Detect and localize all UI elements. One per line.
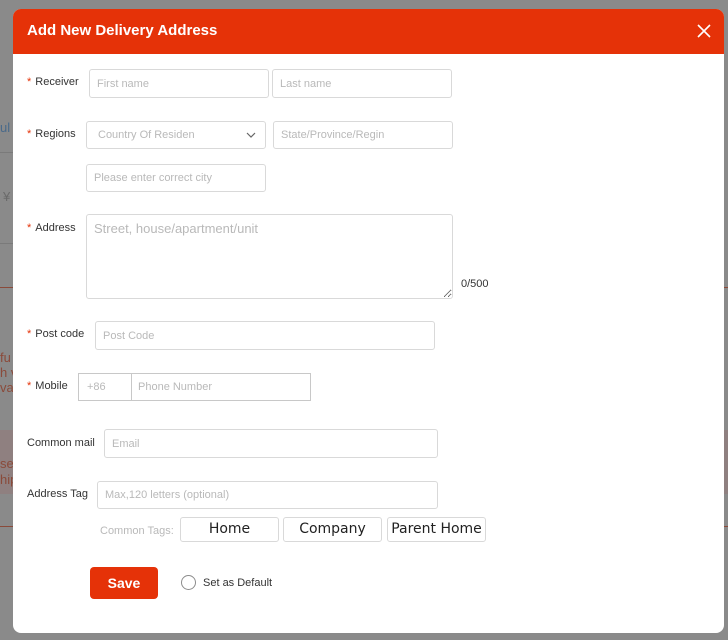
address-textarea[interactable] (86, 214, 453, 299)
postcode-label-text: Post code (35, 328, 85, 340)
country-select[interactable]: Country Of Residen (86, 121, 266, 149)
phone-number-input[interactable] (132, 374, 310, 400)
chevron-down-icon (246, 132, 256, 138)
close-icon (697, 24, 711, 38)
address-label-text: Address (35, 222, 76, 234)
close-button[interactable] (694, 21, 714, 41)
background-text: ¥ (3, 189, 11, 204)
address-tag-input[interactable] (97, 481, 438, 509)
mobile-label-text: Mobile (35, 380, 68, 392)
required-mark: * (27, 222, 32, 234)
mobile-label: * Mobile (27, 380, 68, 392)
add-address-dialog: Add New Delivery Address *Receiver *Regi… (13, 9, 724, 633)
background-divider (0, 243, 13, 244)
tag-parent-home-button[interactable]: Parent Home (387, 517, 486, 542)
background-divider (0, 287, 13, 288)
background-text: ul (0, 120, 11, 135)
set-default-label[interactable]: Set as Default (203, 577, 272, 589)
first-name-input[interactable] (89, 69, 269, 98)
required-mark: * (27, 128, 32, 140)
required-mark: * (27, 380, 32, 392)
email-input[interactable] (104, 429, 438, 458)
background-text: se (0, 456, 14, 471)
background-divider (0, 152, 13, 153)
state-input[interactable] (273, 121, 453, 149)
set-default-radio[interactable] (181, 575, 196, 590)
regions-label-text: Regions (35, 128, 76, 140)
required-mark: * (27, 328, 32, 340)
required-mark: * (27, 76, 32, 88)
address-tag-label: Address Tag (27, 488, 88, 500)
background-band (724, 430, 728, 494)
common-tags-label: Common Tags: (100, 525, 174, 537)
address-char-counter: 0/500 (461, 278, 489, 290)
regions-label: * Regions (27, 128, 76, 140)
background-text: va (0, 380, 14, 395)
save-button[interactable]: Save (90, 567, 158, 599)
mobile-input-group (78, 373, 311, 401)
tag-home-button[interactable]: Home (180, 517, 279, 542)
background-divider (724, 526, 728, 527)
dialog-title: Add New Delivery Address (27, 22, 218, 39)
email-label: Common mail (27, 437, 95, 449)
city-input[interactable] (86, 164, 266, 192)
background-text: fu (0, 350, 11, 365)
postcode-label: * Post code (27, 328, 84, 340)
country-code-input[interactable] (79, 374, 132, 400)
receiver-label: * Receiver (27, 76, 79, 88)
background-divider (0, 526, 13, 527)
last-name-input[interactable] (272, 69, 452, 98)
receiver-label-text: Receiver (35, 76, 79, 88)
tag-company-button[interactable]: Company (283, 517, 382, 542)
address-label: * Address (27, 222, 76, 234)
background-divider (724, 287, 728, 288)
dialog-header: Add New Delivery Address (13, 9, 724, 54)
postcode-input[interactable] (95, 321, 435, 350)
country-select-value: Country Of Residen (98, 129, 195, 141)
